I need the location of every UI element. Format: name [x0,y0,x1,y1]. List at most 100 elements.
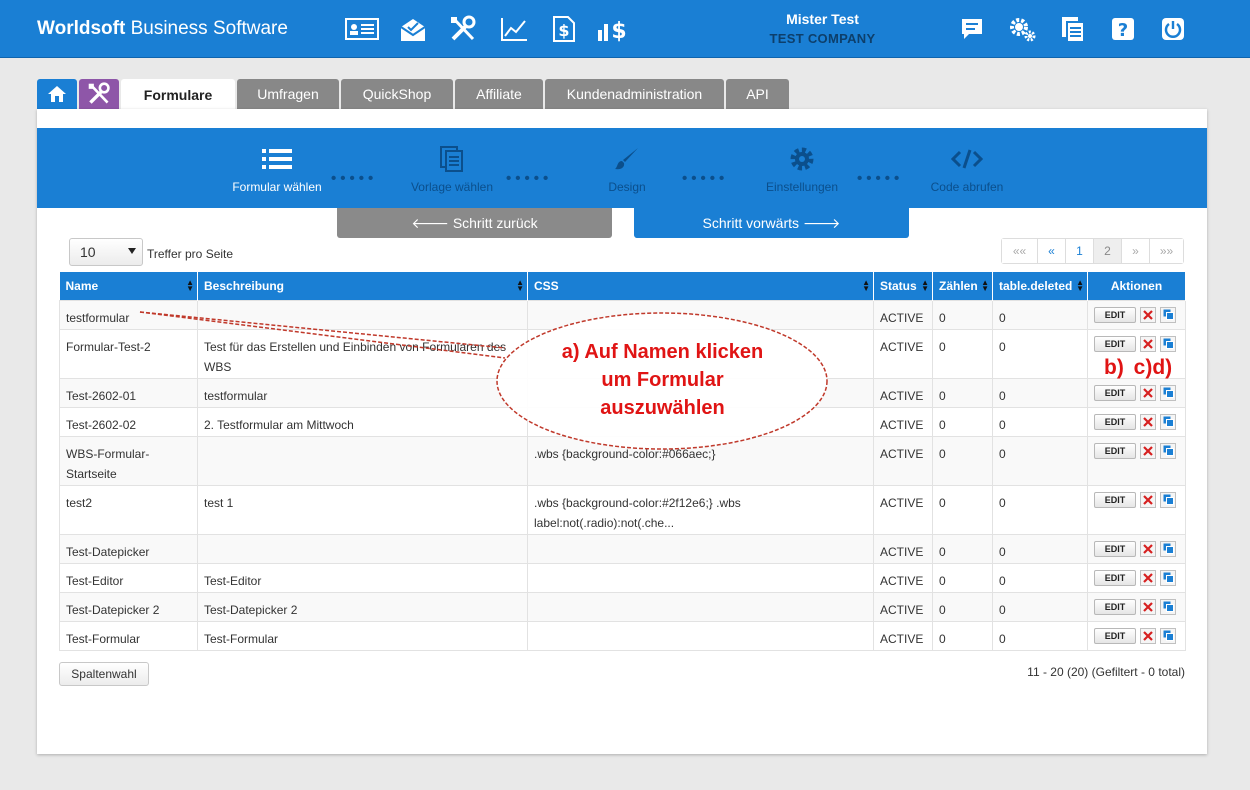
cell-name[interactable]: Formular-Test-2 [59,328,198,379]
copy-button[interactable] [1160,335,1176,352]
delete-button[interactable] [1140,569,1156,586]
chart-icon[interactable] [497,13,531,45]
brand-logo: Worldsoft Business Software [37,18,288,39]
tab-tools[interactable] [79,79,119,109]
copy-button[interactable] [1160,413,1176,430]
page-prev[interactable]: « [1037,239,1065,263]
col-zaehlen[interactable]: Zählen ▲ ▼ [932,272,993,300]
step-design[interactable]: Design [562,146,692,194]
step-forward-button[interactable]: Schritt vorwärts 🡒 [634,208,909,238]
dollar-document-icon[interactable]: $ [546,13,580,45]
col-status[interactable]: Status ▲ ▼ [873,272,933,300]
copy-button[interactable] [1160,442,1176,459]
bar-dollar-icon[interactable]: $ [596,13,630,45]
edit-button[interactable]: EDIT [1094,569,1136,586]
cell-description [197,435,528,486]
copy-button[interactable] [1160,569,1176,586]
edit-button[interactable]: EDIT [1094,306,1136,323]
delete-button[interactable] [1140,384,1156,401]
tab-affiliate[interactable]: Affiliate [455,79,543,109]
cell-name[interactable]: WBS-Formular-Startseite [59,435,198,486]
col-css[interactable]: CSS ▲ ▼ [527,272,874,300]
step-einstellungen[interactable]: Einstellungen [737,146,867,194]
delete-button[interactable] [1140,598,1156,615]
cell-count: 0 [932,406,993,437]
edit-button[interactable]: EDIT [1094,413,1136,430]
delete-button[interactable] [1140,491,1156,508]
page-2[interactable]: 2 [1093,239,1121,263]
edit-button[interactable]: EDIT [1094,540,1136,557]
col-name[interactable]: Name ▲ ▼ [59,272,198,300]
cell-description [197,299,528,330]
tools-icon[interactable] [446,13,480,45]
copy-icon [1163,601,1174,612]
contact-card-icon[interactable] [345,13,379,45]
edit-button[interactable]: EDIT [1094,491,1136,508]
per-page-select[interactable]: 10 [69,238,143,266]
power-icon[interactable] [1156,13,1190,45]
cell-name[interactable]: Test-2602-02 [59,406,198,437]
cell-name[interactable]: Test-Datepicker 2 [59,591,198,622]
cell-actions: EDIT [1087,591,1186,622]
col-table-deleted[interactable]: table.deleted ▲ ▼ [992,272,1088,300]
edit-button[interactable]: EDIT [1094,627,1136,644]
cell-actions: EDIT [1087,620,1186,651]
delete-button[interactable] [1140,306,1156,323]
cell-name[interactable]: testformular [59,299,198,330]
step-vorlage-waehlen[interactable]: Vorlage wählen [387,146,517,194]
comment-icon[interactable] [955,13,989,45]
page-first[interactable]: «« [1002,239,1037,263]
cell-name[interactable]: Test-Formular [59,620,198,651]
cell-name[interactable]: test2 [59,484,198,535]
cell-name[interactable]: Test-2602-01 [59,377,198,408]
tab-umfragen[interactable]: Umfragen [237,79,339,109]
help-icon[interactable]: ? [1106,13,1140,45]
tab-kundenadministration[interactable]: Kundenadministration [545,79,724,109]
step-formular-waehlen[interactable]: Formular wählen [212,146,342,194]
delete-button[interactable] [1140,413,1156,430]
copy-button[interactable] [1160,540,1176,557]
cell-name[interactable]: Test-Datepicker [59,533,198,564]
close-icon [1143,445,1153,456]
col-beschreibung[interactable]: Beschreibung ▲ ▼ [197,272,528,300]
cell-deleted: 0 [992,435,1088,486]
step-back-button[interactable]: 🡐 Schritt zurück [337,208,612,238]
settings-icon[interactable] [1006,13,1040,45]
company-name: TEST COMPANY [769,31,876,46]
edit-button[interactable]: EDIT [1094,442,1136,459]
edit-button[interactable]: EDIT [1094,335,1136,352]
cell-deleted: 0 [992,377,1088,408]
step-code-abrufen[interactable]: Code abrufen [902,146,1032,194]
annotation-callout: a) Auf Namen klicken um Formular auszuwä… [561,341,764,419]
edit-button[interactable]: EDIT [1094,598,1136,615]
copy-button[interactable] [1160,491,1176,508]
tab-home[interactable] [37,79,77,109]
page-next[interactable]: » [1121,239,1149,263]
cell-name[interactable]: Test-Editor [59,562,198,593]
cell-count: 0 [932,620,993,651]
delete-button[interactable] [1140,335,1156,352]
step-connector: ••••• [331,170,378,187]
cell-actions: EDIT [1087,435,1186,486]
delete-button[interactable] [1140,627,1156,644]
copy-icon [1163,630,1174,641]
tab-formulare[interactable]: Formulare [121,79,235,110]
cell-deleted: 0 [992,591,1088,622]
copy-button[interactable] [1160,306,1176,323]
cell-actions: EDIT [1087,562,1186,593]
mail-icon[interactable] [396,13,430,45]
documents-icon[interactable] [1056,13,1090,45]
copy-button[interactable] [1160,627,1176,644]
column-select-button[interactable]: Spaltenwahl [59,662,149,686]
page-last[interactable]: »» [1149,239,1183,263]
delete-button[interactable] [1140,540,1156,557]
page-1[interactable]: 1 [1065,239,1093,263]
cell-description: testformular [197,377,528,408]
tab-quickshop[interactable]: QuickShop [341,79,453,109]
copy-button[interactable] [1160,384,1176,401]
edit-button[interactable]: EDIT [1094,384,1136,401]
delete-button[interactable] [1140,442,1156,459]
tab-api[interactable]: API [726,79,789,109]
cell-actions: EDIT [1087,299,1186,330]
copy-button[interactable] [1160,598,1176,615]
